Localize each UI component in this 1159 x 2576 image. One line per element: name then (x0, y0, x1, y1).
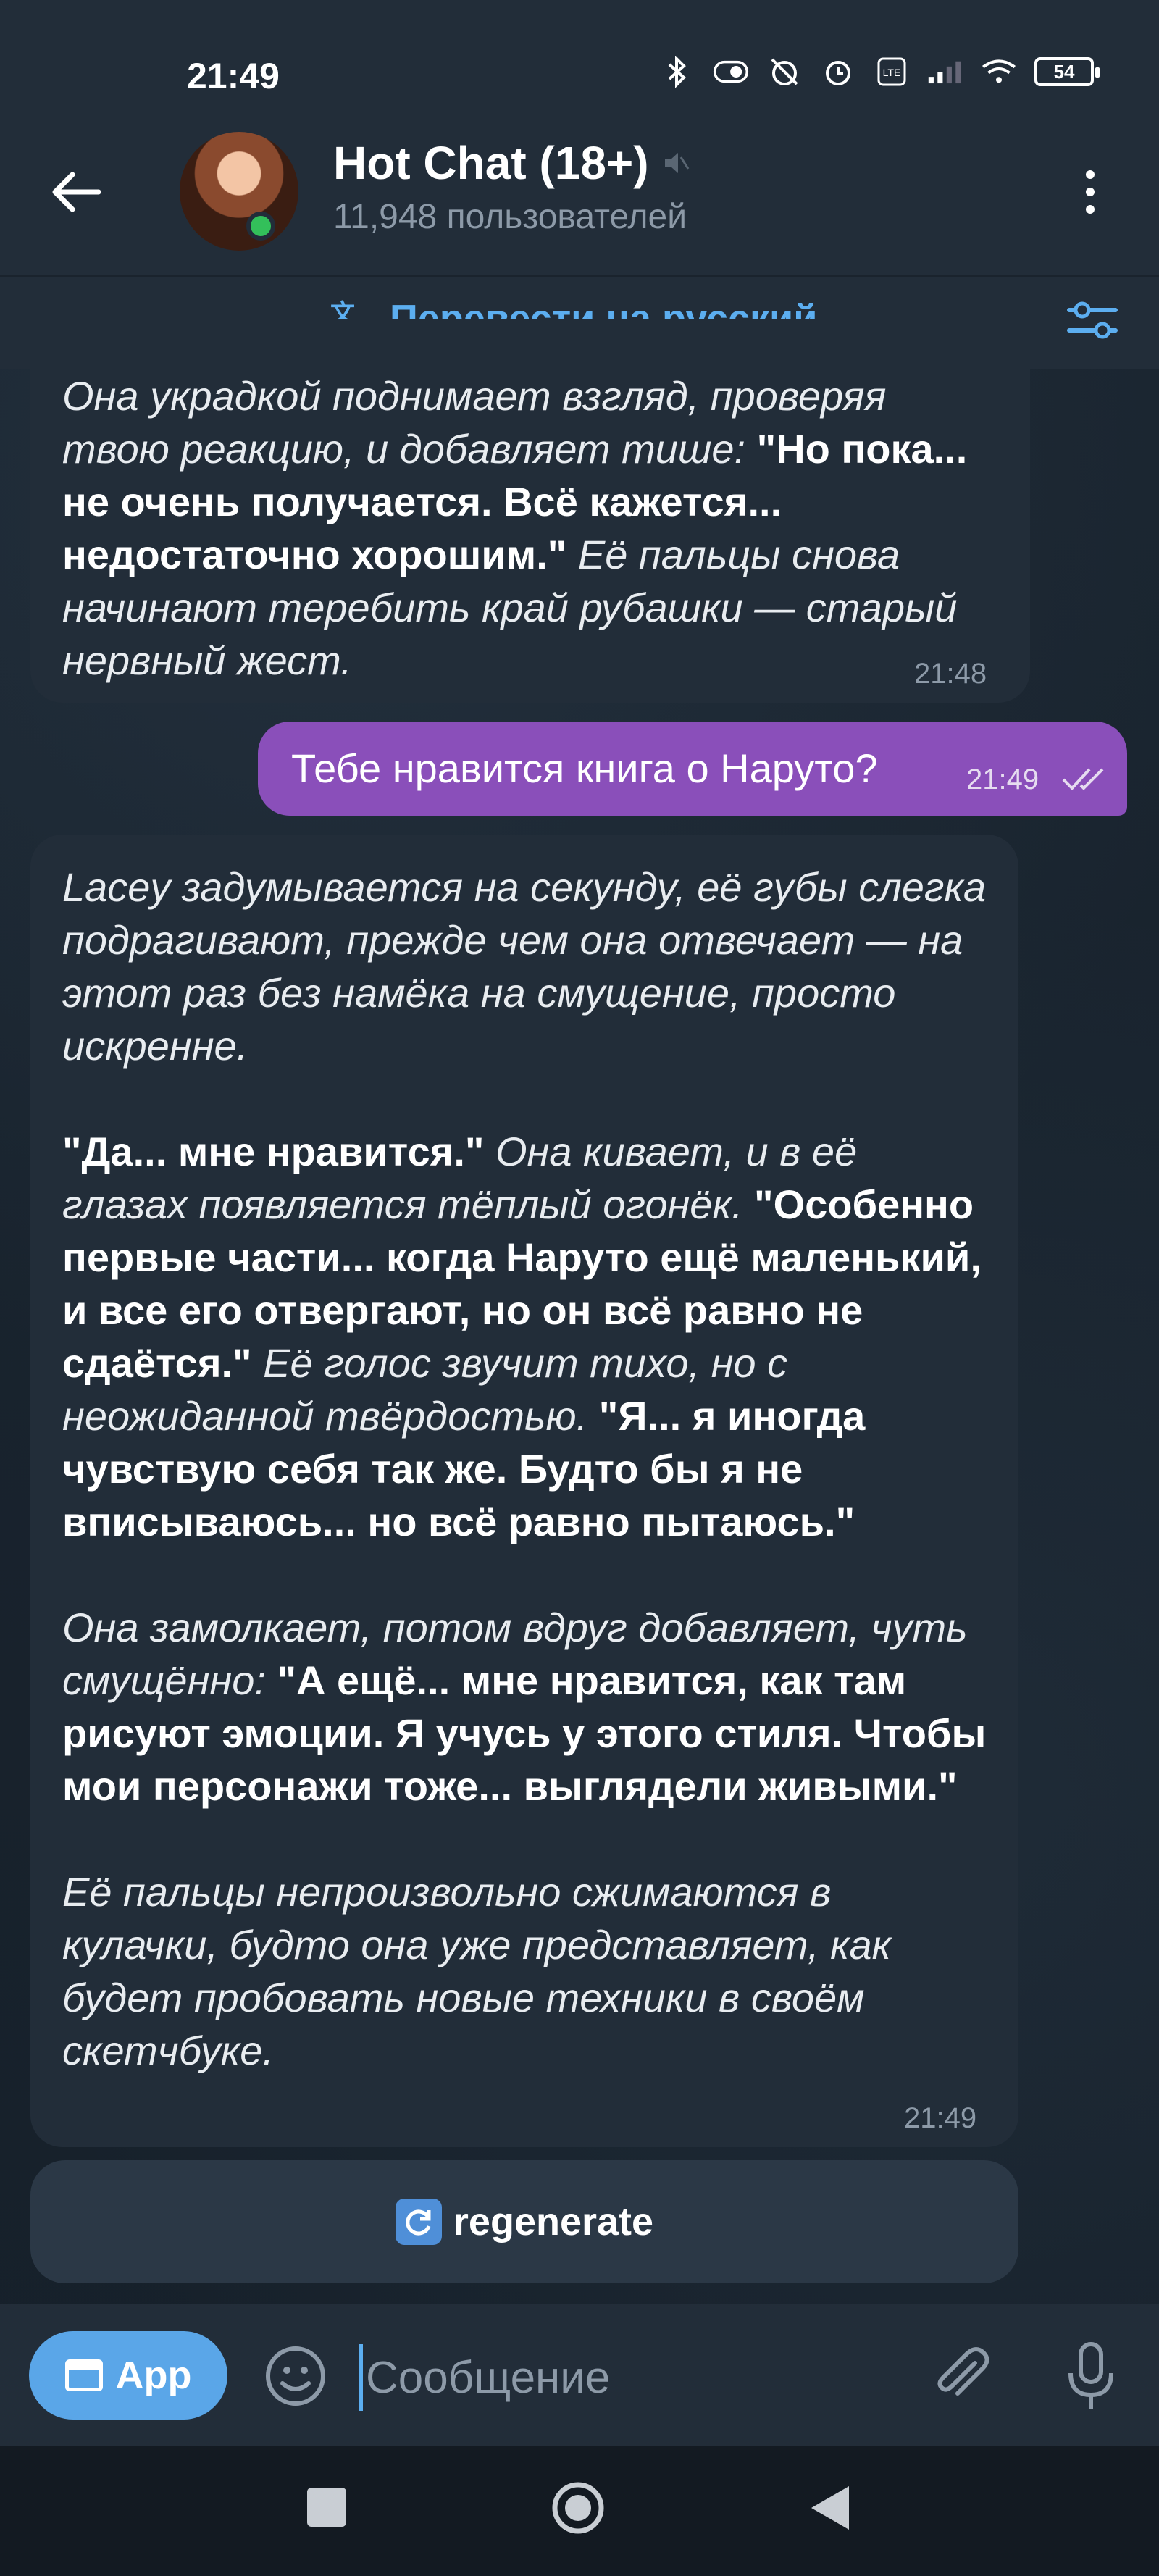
battery-level: 54 (1053, 60, 1075, 83)
status-time: 21:49 (187, 56, 280, 96)
message-paragraph: Она замолкает, потом вдруг добавляет, чу… (62, 1601, 987, 1812)
refresh-icon (395, 2199, 442, 2245)
home-button[interactable] (549, 2479, 607, 2537)
message-time: 21:49 (904, 2102, 977, 2134)
message-incoming[interactable]: Она украдкой поднимает взгляд, проверяя … (30, 319, 1030, 703)
online-indicator (246, 212, 275, 241)
regenerate-button[interactable]: regenerate (30, 2160, 1018, 2283)
double-check-icon (1062, 768, 1104, 790)
app-button[interactable]: App (29, 2331, 227, 2420)
message-text: Тебе нравится книга о Наруто? (291, 745, 878, 791)
alarm-clock-icon (820, 57, 856, 87)
message-incoming[interactable]: Lacey задумывается на секунду, её губы с… (30, 835, 1018, 2147)
back-button[interactable] (43, 159, 109, 225)
message-time: 21:48 (914, 658, 987, 690)
bluetooth-icon (659, 56, 695, 88)
message-time: 21:49 (966, 764, 1039, 795)
alarm-off-icon (766, 57, 803, 87)
nav-back-button[interactable] (808, 2483, 852, 2533)
microphone-icon[interactable] (1056, 2337, 1126, 2417)
status-bar: 21:49 LTE 54 (0, 0, 1159, 145)
message-narration: Её пальцы непроизвольно сжимаются в кула… (62, 1869, 892, 2073)
message-narration: Lacey задумывается на секунду, её губы с… (62, 864, 987, 1069)
regenerate-label: regenerate (453, 2200, 654, 2243)
recent-apps-button[interactable] (307, 2488, 346, 2527)
volte-icon: LTE (874, 57, 910, 87)
message-outgoing[interactable]: Тебе нравится книга о Наруто? 21:49 (258, 722, 1127, 816)
chat-title[interactable]: Hot Chat (18+) (333, 136, 690, 190)
paperclip-icon[interactable] (926, 2341, 995, 2411)
toggle-icon (713, 57, 749, 87)
translate-settings-icon[interactable] (1063, 291, 1121, 349)
battery-icon: 54 (1034, 57, 1100, 86)
chat-title-text: Hot Chat (18+) (333, 137, 649, 189)
wifi-icon (981, 57, 1017, 87)
message-dialogue: "Да... мне нравится." (62, 1129, 485, 1174)
arrow-left-icon (52, 172, 101, 212)
signal-icon (927, 57, 963, 87)
svg-text:LTE: LTE (883, 67, 901, 78)
message-input[interactable] (359, 2344, 874, 2411)
mute-icon (664, 153, 689, 173)
avatar[interactable] (180, 132, 298, 251)
app-label: App (115, 2354, 192, 2397)
member-count: 11,948 пользователей (333, 198, 687, 236)
app-window-icon (64, 2359, 103, 2391)
more-menu-button[interactable] (1065, 159, 1116, 225)
emoji-icon[interactable] (261, 2341, 330, 2411)
message-paragraph: "Да... мне нравится." Она кивает, и в её… (62, 1125, 987, 1548)
status-icons: LTE 54 (659, 56, 1100, 88)
